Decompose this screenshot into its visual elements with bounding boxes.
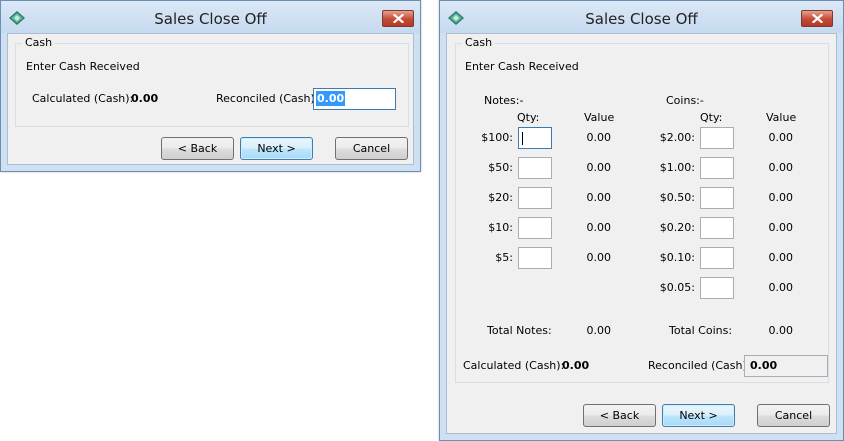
close-button[interactable] — [801, 10, 833, 27]
coin-value: 0.00 — [768, 191, 794, 204]
note-10-qty-input[interactable] — [518, 217, 552, 239]
note-value: 0.00 — [586, 221, 612, 234]
group-title: Cash — [22, 36, 56, 49]
note-value: 0.00 — [586, 191, 612, 204]
notes-value-header: Value — [584, 111, 615, 124]
text-caret — [522, 132, 523, 145]
close-icon — [811, 14, 823, 23]
note-100-qty-input[interactable] — [518, 127, 552, 149]
reconciled-cash-label: Reconciled (Cash): — [216, 92, 319, 105]
calculated-cash-label: Calculated (Cash): — [463, 359, 565, 372]
back-button[interactable]: < Back — [161, 137, 234, 160]
coin-label: $1.00: — [659, 161, 695, 174]
total-coins-label: Total Coins: — [669, 324, 733, 337]
sales-close-off-window-detailed: Sales Close Off Cash Enter Cash Received… — [439, 0, 844, 441]
coin-0-20-qty-input[interactable] — [700, 217, 734, 239]
coin-0-10-qty-input[interactable] — [700, 247, 734, 269]
coin-label: $0.10: — [659, 251, 695, 264]
note-value: 0.00 — [586, 251, 612, 264]
calculated-cash-value: 0.00 — [131, 92, 159, 105]
coins-heading: Coins:- — [666, 94, 704, 107]
sales-close-off-window-simple: Sales Close Off Cash Enter Cash Received… — [0, 0, 421, 172]
title-bar[interactable]: Sales Close Off — [1, 1, 420, 33]
window-title: Sales Close Off — [585, 10, 698, 28]
reconciled-cash-input[interactable]: 0.00 — [313, 88, 396, 110]
note-label: $20: — [488, 191, 513, 204]
note-label: $5: — [495, 251, 513, 264]
next-button-label: Next > — [257, 142, 296, 155]
note-label: $50: — [488, 161, 513, 174]
coin-value: 0.00 — [768, 221, 794, 234]
calculated-cash-label: Calculated (Cash): — [32, 92, 134, 105]
instruction-text: Enter Cash Received — [465, 60, 579, 73]
note-value: 0.00 — [586, 161, 612, 174]
calculated-cash-value: 0.00 — [562, 359, 590, 372]
cancel-button[interactable]: Cancel — [757, 404, 830, 427]
notes-qty-header: Qty: — [517, 111, 540, 124]
close-button[interactable] — [382, 10, 414, 27]
group-title: Cash — [462, 36, 496, 49]
cancel-button[interactable]: Cancel — [335, 137, 408, 160]
coin-value: 0.00 — [768, 131, 794, 144]
reconciled-cash-label: Reconciled (Cash): — [648, 359, 751, 372]
total-notes-label: Total Notes: — [487, 324, 552, 337]
note-label: $10: — [488, 221, 513, 234]
cancel-button-label: Cancel — [774, 409, 813, 422]
coin-label: $0.05: — [659, 281, 695, 294]
coin-value: 0.00 — [768, 161, 794, 174]
coin-label: $2.00: — [659, 131, 695, 144]
coin-value: 0.00 — [768, 251, 794, 264]
dialog-client-area: Cash Enter Cash Received Notes:- Qty: Va… — [446, 33, 837, 434]
coin-2-00-qty-input[interactable] — [700, 127, 734, 149]
coins-value-header: Value — [766, 111, 797, 124]
reconciled-cash-field-text: 0.00 — [750, 359, 778, 372]
note-label: $100: — [481, 131, 513, 144]
dialog-client-area: Cash Enter Cash Received Calculated (Cas… — [7, 33, 414, 165]
instruction-text: Enter Cash Received — [26, 60, 140, 73]
next-button[interactable]: Next > — [662, 404, 735, 427]
total-notes-value: 0.00 — [586, 324, 612, 337]
cash-group: Cash — [15, 36, 409, 127]
coin-label: $0.20: — [659, 221, 695, 234]
note-20-qty-input[interactable] — [518, 187, 552, 209]
total-coins-value: 0.00 — [768, 324, 794, 337]
reconciled-cash-field: 0.00 — [744, 355, 828, 377]
back-button-label: < Back — [177, 142, 218, 155]
notes-heading: Notes:- — [484, 94, 524, 107]
note-50-qty-input[interactable] — [518, 157, 552, 179]
reconciled-cash-input-text: 0.00 — [316, 91, 346, 106]
coin-label: $0.50: — [659, 191, 695, 204]
title-bar[interactable]: Sales Close Off — [440, 1, 843, 33]
coin-value: 0.00 — [768, 281, 794, 294]
back-button-label: < Back — [599, 409, 640, 422]
coin-0-05-qty-input[interactable] — [700, 277, 734, 299]
window-title: Sales Close Off — [154, 10, 267, 28]
coin-0-50-qty-input[interactable] — [700, 187, 734, 209]
note-value: 0.00 — [586, 131, 612, 144]
coin-1-00-qty-input[interactable] — [700, 157, 734, 179]
cancel-button-label: Cancel — [352, 142, 391, 155]
next-button[interactable]: Next > — [240, 137, 313, 160]
back-button[interactable]: < Back — [583, 404, 656, 427]
next-button-label: Next > — [679, 409, 718, 422]
close-icon — [392, 14, 404, 23]
note-5-qty-input[interactable] — [518, 247, 552, 269]
coins-qty-header: Qty: — [700, 111, 723, 124]
